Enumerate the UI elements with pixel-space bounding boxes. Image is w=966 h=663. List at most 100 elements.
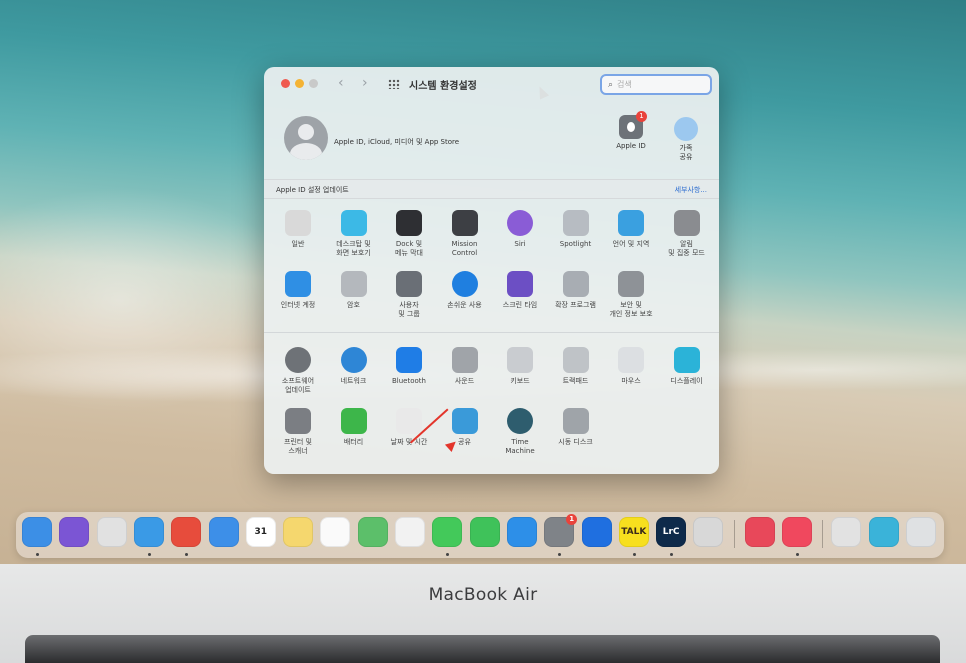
pane-software-update[interactable]: 소프트웨어 업데이트 (271, 347, 325, 395)
dock-icon-text: 31 (254, 527, 268, 537)
display-icon (673, 347, 700, 373)
dock-downloads-folder-icon[interactable] (868, 517, 899, 547)
internet-accounts-icon (285, 271, 311, 297)
dock-safari-icon[interactable] (133, 517, 164, 547)
pane-screen-time[interactable]: 스크린 타임 (493, 271, 547, 310)
details-link[interactable]: 세부사항... (675, 185, 707, 195)
accessibility-icon (451, 271, 478, 297)
search-field[interactable]: ⌕ 검색 (600, 74, 712, 95)
dock-lightroom-classic-icon[interactable]: LrC (656, 517, 687, 547)
pane-spotlight[interactable]: Spotlight (549, 210, 603, 249)
dock-messages-icon[interactable] (432, 517, 463, 547)
pane-accessibility[interactable]: 손쉬운 사용 (438, 271, 492, 310)
zoom-button[interactable] (309, 79, 318, 88)
pane-label: 시동 디스크 (558, 438, 593, 446)
minimize-button[interactable] (295, 79, 304, 88)
pane-label: 알림 및 집중 모드 (668, 240, 705, 257)
dock-launchpad-icon[interactable] (96, 517, 127, 547)
pane-label: 일반 (291, 240, 305, 248)
dock-teamviewer-icon[interactable] (581, 517, 612, 547)
laptop-hinge (25, 635, 940, 663)
dock-unknown-app-icon[interactable] (693, 517, 724, 547)
pane-language[interactable]: 언어 및 지역 (604, 210, 658, 249)
pane-extensions[interactable]: 확장 프로그램 (549, 271, 603, 310)
pane-trackpad[interactable]: 트랙패드 (549, 347, 603, 386)
dock-trash-icon[interactable] (905, 517, 936, 547)
pane-password[interactable]: 암호 (327, 271, 381, 310)
dock-app-store-icon[interactable] (506, 517, 537, 547)
dock-chrome-icon[interactable] (171, 517, 202, 547)
pane-label: 배터리 (343, 438, 364, 446)
pane-label: 사운드 (454, 377, 475, 385)
running-indicator (632, 553, 636, 556)
pane-dock[interactable]: Dock 및 메뉴 막대 (382, 210, 436, 258)
dock-kakaotalk-icon[interactable]: TALK (618, 517, 649, 547)
family-sharing-pane[interactable]: 가족 공유 (661, 117, 711, 162)
pane-sharing[interactable]: 공유 (438, 408, 492, 447)
notification-icon (673, 210, 700, 236)
show-all-grid-icon[interactable] (388, 79, 400, 89)
search-placeholder: 검색 (617, 80, 632, 89)
pane-label: 사용자 및 그룹 (398, 301, 420, 318)
pane-notification[interactable]: 알림 및 집중 모드 (660, 210, 714, 258)
dock-finder-icon[interactable] (22, 517, 52, 547)
dock-creative-cloud-icon[interactable] (744, 517, 775, 547)
pane-mission-control[interactable]: Mission Control (438, 210, 492, 258)
screen-time-icon (507, 271, 533, 297)
pane-startup-disk[interactable]: 시동 디스크 (549, 408, 603, 447)
pane-display[interactable]: 디스플레이 (660, 347, 714, 386)
dock-reminders-icon[interactable] (320, 517, 351, 547)
pane-general[interactable]: 일반 (271, 210, 325, 249)
dock-calendar-icon[interactable]: 31 (245, 517, 276, 547)
pane-battery[interactable]: 배터리 (327, 408, 381, 447)
pane-mouse[interactable]: 마우스 (604, 347, 658, 386)
search-icon: ⌕ (608, 79, 614, 90)
pane-desktop[interactable]: 데스크탑 및 화면 보호기 (327, 210, 381, 258)
pane-internet-accounts[interactable]: 인터넷 계정 (271, 271, 325, 310)
users-icon (396, 271, 422, 297)
account-description: Apple ID, iCloud, 미디어 및 App Store (334, 138, 460, 146)
apple-id-badge: 1 (636, 111, 647, 122)
pane-users[interactable]: 사용자 및 그룹 (382, 271, 436, 319)
dock-separator (733, 520, 735, 548)
desktop-icon (340, 210, 367, 236)
pane-time-machine[interactable]: Time Machine (493, 408, 547, 456)
pane-security[interactable]: 보안 및 개인 정보 보호 (604, 271, 658, 319)
pane-label: Mission Control (451, 240, 478, 257)
pane-bluetooth[interactable]: Bluetooth (382, 347, 436, 386)
pane-label: 손쉬운 사용 (447, 301, 482, 309)
pane-sound[interactable]: 사운드 (438, 347, 492, 386)
running-indicator (670, 553, 674, 556)
close-button[interactable] (281, 79, 290, 88)
apple-id-label: Apple ID (616, 142, 646, 150)
running-indicator (185, 553, 189, 556)
back-icon[interactable]: ‹ (338, 75, 344, 91)
dock-music-icon[interactable] (782, 517, 812, 547)
pane-network[interactable]: 네트워크 (327, 347, 381, 386)
sharing-icon (451, 408, 478, 434)
battery-icon (340, 408, 367, 434)
dock-maps-icon[interactable] (357, 517, 388, 547)
pane-siri[interactable]: Siri (493, 210, 547, 249)
dock-documents-icon[interactable] (831, 517, 862, 547)
apple-id-update-banner[interactable]: Apple ID 설정 업데이트 세부사항... (264, 179, 719, 199)
running-indicator (558, 553, 562, 556)
dock-system-preferences-icon[interactable]: 1 (544, 514, 578, 547)
apple-id-pane[interactable]: 1 Apple ID (606, 111, 656, 151)
pane-label: 키보드 (510, 377, 530, 385)
bluetooth-icon (396, 347, 422, 373)
dock-photos-icon[interactable] (395, 517, 425, 547)
dock-icon (396, 210, 422, 236)
dock-mail-icon[interactable] (208, 517, 239, 547)
dock-siri-icon[interactable] (59, 517, 90, 547)
pane-label: 언어 및 지역 (612, 240, 650, 248)
pane-label: 인터넷 계정 (280, 301, 316, 309)
pane-printer[interactable]: 프린터 및 스캐너 (271, 408, 325, 456)
dock-facetime-icon[interactable] (469, 517, 500, 547)
date-time-icon (396, 408, 422, 434)
pane-label: 확장 프로그램 (555, 301, 596, 309)
forward-icon[interactable]: › (362, 75, 368, 91)
dock-notes-icon[interactable] (283, 517, 314, 547)
user-avatar[interactable] (284, 116, 328, 160)
pane-keyboard[interactable]: 키보드 (493, 347, 547, 386)
